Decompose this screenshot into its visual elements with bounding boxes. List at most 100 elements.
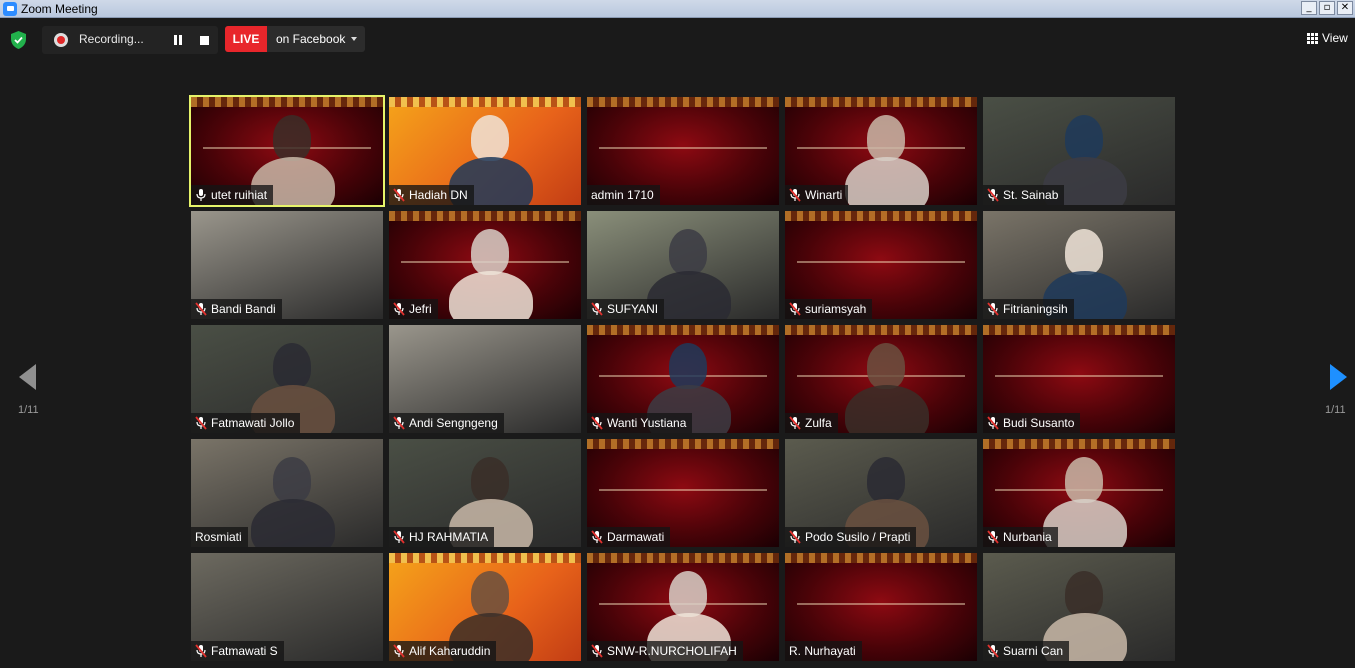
participant-tile[interactable]: Suarni Can — [983, 553, 1175, 661]
muted-mic-icon — [591, 530, 603, 544]
participant-name: admin 1710 — [591, 188, 654, 202]
participant-tile[interactable]: Podo Susilo / Prapti — [785, 439, 977, 547]
participant-name: HJ RAHMATIA — [409, 530, 489, 544]
participant-tile[interactable]: Fatmawati Jollo — [191, 325, 383, 433]
participant-tile[interactable]: Jefri — [389, 211, 581, 319]
muted-mic-icon — [987, 302, 999, 316]
participant-tile[interactable]: Rosmiati — [191, 439, 383, 547]
participant-tile[interactable]: Alif Kaharuddin — [389, 553, 581, 661]
participant-name: Fatmawati Jollo — [211, 416, 295, 430]
participant-name-bar: Jefri — [389, 299, 438, 319]
recording-icon — [54, 33, 68, 47]
participant-tile[interactable]: suriamsyah — [785, 211, 977, 319]
pause-recording-icon[interactable] — [174, 35, 184, 45]
recording-status: Recording... — [42, 26, 218, 54]
participant-tile[interactable]: R. Nurhayati — [785, 553, 977, 661]
participant-name: St. Sainab — [1003, 188, 1059, 202]
participant-name: Suarni Can — [1003, 644, 1064, 658]
security-shield-icon[interactable] — [10, 31, 27, 49]
participant-video-silhouette — [867, 457, 905, 503]
participant-tile[interactable]: Hadiah DN — [389, 97, 581, 205]
muted-mic-icon — [789, 188, 801, 202]
participant-video-silhouette — [1065, 229, 1103, 275]
muted-mic-icon — [393, 188, 405, 202]
participant-video-silhouette — [669, 229, 707, 275]
participant-name: Zulfa — [805, 416, 832, 430]
participant-tile[interactable]: Fitrianingsih — [983, 211, 1175, 319]
participant-name-bar: utet ruihiat — [191, 185, 274, 205]
participant-tile[interactable]: Bandi Bandi — [191, 211, 383, 319]
participant-name: Nurbania — [1003, 530, 1052, 544]
participant-video-silhouette — [669, 343, 707, 389]
participant-video-silhouette — [471, 229, 509, 275]
participant-name-bar: Fitrianingsih — [983, 299, 1074, 319]
participant-name: Darmawati — [607, 530, 665, 544]
participant-name-bar: Fatmawati Jollo — [191, 413, 301, 433]
participant-name-bar: Alif Kaharuddin — [389, 641, 497, 661]
muted-mic-icon — [987, 644, 999, 658]
participant-tile[interactable]: Andi Sengngeng — [389, 325, 581, 433]
participant-tile[interactable]: SUFYANI — [587, 211, 779, 319]
participant-video-silhouette — [1065, 571, 1103, 617]
participant-name-bar: Zulfa — [785, 413, 838, 433]
participant-name: Fatmawati S — [211, 644, 278, 658]
window-title: Zoom Meeting — [21, 1, 98, 16]
participant-name-bar: SNW-R.NURCHOLIFAH — [587, 641, 743, 661]
participant-tile[interactable]: Darmawati — [587, 439, 779, 547]
participant-tile[interactable]: admin 1710 — [587, 97, 779, 205]
minimize-button[interactable]: _ — [1301, 1, 1317, 15]
participant-name-bar: Bandi Bandi — [191, 299, 282, 319]
participant-tile[interactable]: Wanti Yustiana — [587, 325, 779, 433]
close-button[interactable]: ✕ — [1337, 1, 1353, 15]
participant-tile[interactable]: SNW-R.NURCHOLIFAH — [587, 553, 779, 661]
muted-mic-icon — [591, 302, 603, 316]
gallery-grid-icon — [1307, 32, 1318, 44]
muted-mic-icon — [789, 416, 801, 430]
muted-mic-icon — [195, 644, 207, 658]
participant-tile[interactable]: Winarti — [785, 97, 977, 205]
previous-page-arrow-icon[interactable] — [19, 364, 36, 390]
muted-mic-icon — [393, 302, 405, 316]
live-badge: LIVE — [225, 26, 267, 52]
participant-name-bar: Andi Sengngeng — [389, 413, 504, 433]
participant-name-bar: Fatmawati S — [191, 641, 284, 661]
participant-name-bar: suriamsyah — [785, 299, 873, 319]
participant-tile[interactable]: Zulfa — [785, 325, 977, 433]
zoom-window: Zoom Meeting _ ▫ ✕ Recording... LIVE on … — [0, 0, 1355, 668]
muted-mic-icon — [393, 644, 405, 658]
participant-name: Hadiah DN — [409, 188, 468, 202]
banner-divider — [994, 374, 1164, 377]
participant-name: suriamsyah — [805, 302, 867, 316]
participant-tile[interactable]: utet ruihiat — [189, 95, 385, 207]
participant-name-bar: Wanti Yustiana — [587, 413, 693, 433]
participant-video-silhouette — [273, 343, 311, 389]
stop-recording-icon[interactable] — [200, 36, 209, 45]
participant-name-bar: Hadiah DN — [389, 185, 474, 205]
participant-video-silhouette — [1065, 457, 1103, 503]
participant-tile[interactable]: Budi Susanto — [983, 325, 1175, 433]
participant-video-silhouette — [471, 571, 509, 617]
muted-mic-icon — [789, 530, 801, 544]
participant-video-silhouette — [669, 571, 707, 617]
participant-name-bar: Suarni Can — [983, 641, 1070, 661]
view-button[interactable]: View — [1307, 30, 1348, 46]
participant-name-bar: Rosmiati — [191, 527, 248, 547]
participant-name: Budi Susanto — [1003, 416, 1075, 430]
participant-tile[interactable]: St. Sainab — [983, 97, 1175, 205]
participant-name: utet ruihiat — [211, 188, 268, 202]
participant-video-silhouette — [1065, 115, 1103, 161]
participant-name-bar: Budi Susanto — [983, 413, 1081, 433]
chevron-down-icon — [351, 37, 357, 41]
muted-mic-icon — [789, 302, 801, 316]
participant-name: Andi Sengngeng — [409, 416, 498, 430]
muted-mic-icon — [591, 644, 603, 658]
restore-button[interactable]: ▫ — [1319, 1, 1335, 15]
live-stream-dropdown[interactable]: LIVE on Facebook — [225, 26, 365, 52]
participant-video-silhouette — [273, 115, 311, 161]
participant-tile[interactable]: HJ RAHMATIA — [389, 439, 581, 547]
participant-tile[interactable]: Fatmawati S — [191, 553, 383, 661]
next-page-arrow-icon[interactable] — [1330, 364, 1347, 390]
participant-tile[interactable]: Nurbania — [983, 439, 1175, 547]
participant-name: R. Nurhayati — [789, 644, 856, 658]
muted-mic-icon — [195, 302, 207, 316]
